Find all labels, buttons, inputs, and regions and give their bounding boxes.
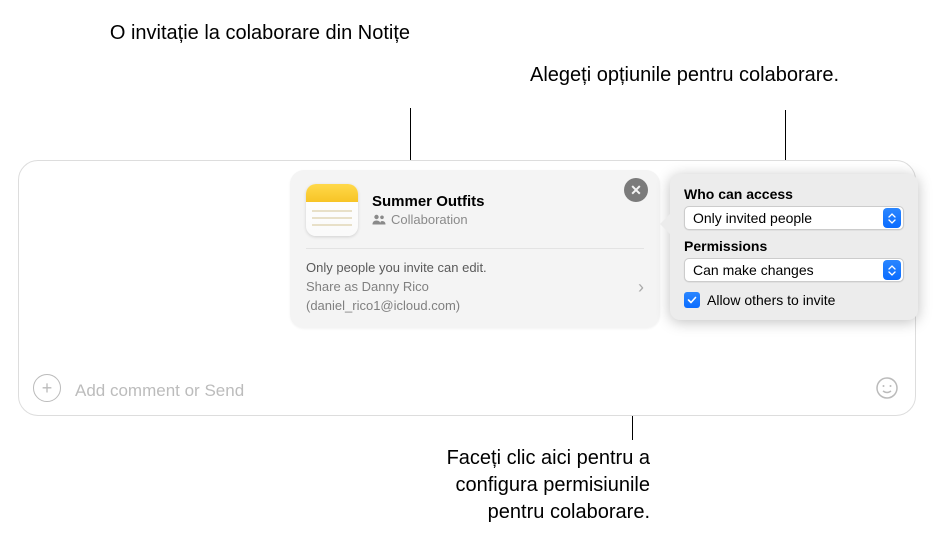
notes-app-icon [306, 184, 358, 236]
invite-text-line2: Share as Danny Rico [306, 278, 487, 297]
collaboration-label: Collaboration [391, 212, 468, 227]
access-label: Who can access [684, 186, 904, 202]
checkmark-icon [687, 295, 697, 305]
chevron-right-icon: › [638, 277, 644, 298]
allow-invite-checkbox[interactable] [684, 292, 700, 308]
invite-text: Only people you invite can edit. Share a… [306, 259, 487, 316]
people-icon [372, 214, 386, 225]
allow-invite-row[interactable]: Allow others to invite [684, 292, 904, 308]
access-select[interactable]: Only invited people [684, 206, 904, 230]
emoji-button[interactable] [873, 374, 901, 402]
permissions-label: Permissions [684, 238, 904, 254]
invite-header: Summer Outfits Collaboration ✕ [306, 184, 644, 249]
emoji-icon [875, 376, 899, 400]
callout-invite: O invitație la colaborare din Notițe [30, 20, 410, 47]
collaboration-row: Collaboration [372, 212, 485, 227]
permissions-value: Can make changes [693, 262, 814, 278]
invite-title-block: Summer Outfits Collaboration [372, 193, 485, 227]
invite-text-line3: (daniel_rico1@icloud.com) [306, 297, 487, 316]
input-row: + Add comment or Send [19, 367, 915, 415]
close-button[interactable]: ✕ [624, 178, 648, 202]
invite-card: Summer Outfits Collaboration ✕ Only peop… [290, 170, 660, 328]
comment-input[interactable]: Add comment or Send [75, 375, 873, 401]
permissions-select[interactable]: Can make changes [684, 258, 904, 282]
callout-options: Alegeți opțiunile pentru colaborare. [530, 62, 910, 89]
allow-invite-label: Allow others to invite [707, 292, 835, 308]
plus-icon: + [42, 378, 53, 399]
add-button[interactable]: + [33, 374, 61, 402]
select-arrows-icon [883, 208, 901, 228]
select-arrows-icon [883, 260, 901, 280]
invite-body[interactable]: Only people you invite can edit. Share a… [306, 259, 644, 316]
invite-text-line1: Only people you invite can edit. [306, 259, 487, 278]
note-title: Summer Outfits [372, 193, 485, 210]
close-icon: ✕ [630, 182, 642, 199]
access-value: Only invited people [693, 210, 812, 226]
options-popover: Who can access Only invited people Permi… [670, 174, 918, 320]
callout-permissions: Faceți clic aici pentru a configura perm… [410, 445, 650, 526]
